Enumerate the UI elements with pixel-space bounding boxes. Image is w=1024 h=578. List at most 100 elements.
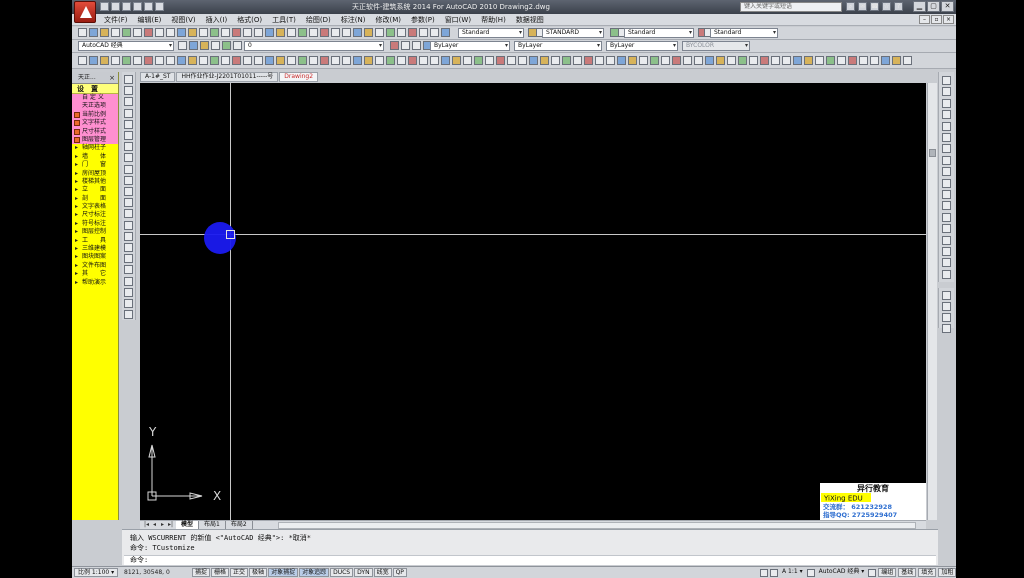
toolbar-tool-icon[interactable]	[265, 28, 274, 37]
menu-item[interactable]: 标注(N)	[341, 15, 366, 25]
modify-tool-icon[interactable]	[942, 212, 951, 222]
toolbar-tool-icon[interactable]	[364, 56, 373, 65]
doc-restore-button[interactable]: ▫	[931, 15, 942, 24]
toolbar-tool-icon[interactable]	[221, 28, 230, 37]
toolbar-tool-icon[interactable]	[298, 28, 307, 37]
toolbar-tool-icon[interactable]	[287, 56, 296, 65]
toolbar-tool-icon[interactable]	[518, 56, 527, 65]
draw-tool-icon[interactable]	[124, 175, 133, 185]
file-tab[interactable]: A-1#_ST	[140, 72, 176, 82]
toolbar-tool-icon[interactable]	[815, 56, 824, 65]
communication-icon[interactable]: ☎	[870, 2, 879, 11]
toolbar-tool-icon[interactable]	[584, 56, 593, 65]
toolbar-tool-icon[interactable]	[232, 56, 241, 65]
workspace-dropdown[interactable]: AutoCAD 经典	[78, 41, 174, 51]
new-icon[interactable]	[100, 2, 109, 11]
toolbar-tool-icon[interactable]	[760, 56, 769, 65]
toolbar-tool-icon[interactable]	[199, 28, 208, 37]
redo-icon[interactable]	[144, 2, 153, 11]
toolbar-tool-icon[interactable]	[144, 28, 153, 37]
draworder-tool-icon[interactable]	[942, 324, 951, 333]
modify-tool-icon[interactable]	[942, 258, 951, 268]
toolbar-tool-icon[interactable]	[419, 28, 428, 37]
horizontal-scrollbar[interactable]	[278, 522, 916, 529]
modify-tool-icon[interactable]	[942, 76, 951, 85]
toolbar-tool-icon[interactable]	[89, 56, 98, 65]
modify-tool-icon[interactable]	[942, 190, 951, 199]
draw-tool-icon[interactable]	[124, 265, 133, 275]
toolbar-tool-icon[interactable]	[188, 28, 197, 37]
toolbar-tool-icon[interactable]	[397, 28, 406, 37]
modify-tool-icon[interactable]	[942, 155, 951, 165]
status-toggle[interactable]: 对象追踪	[299, 568, 330, 577]
last-tab-icon[interactable]: ▸|	[167, 521, 174, 529]
toolbar-tool-icon[interactable]	[551, 56, 560, 65]
toolbar-tool-icon[interactable]	[155, 56, 164, 65]
toolbar-tool-icon[interactable]	[694, 56, 703, 65]
draw-tool-icon[interactable]	[124, 209, 133, 219]
toolbar-tool-icon[interactable]	[397, 56, 406, 65]
palette-menu-item[interactable]: 房间屋顶	[72, 170, 118, 179]
toolbar-tool-icon[interactable]	[331, 28, 340, 37]
toolbar-tool-icon[interactable]	[375, 56, 384, 65]
draw-tool-icon[interactable]	[124, 75, 133, 84]
toolbar-tool-icon[interactable]	[221, 56, 230, 65]
draw-tool-icon[interactable]	[124, 142, 133, 152]
palette-setting-item[interactable]: 天正选项	[72, 102, 118, 110]
menu-item[interactable]: 视图(V)	[171, 15, 195, 25]
toolbar-tool-icon[interactable]	[683, 56, 692, 65]
draw-tool-icon[interactable]	[124, 97, 133, 107]
draw-tool-icon[interactable]	[124, 86, 133, 96]
toolbar-tool-icon[interactable]	[276, 28, 285, 37]
toolbar-tool-icon[interactable]	[408, 56, 417, 65]
toolbar-tool-icon[interactable]	[254, 56, 263, 65]
toolbar-tool-icon[interactable]	[320, 28, 329, 37]
toolbar-tool-icon[interactable]	[210, 28, 219, 37]
annotation-visibility-icon[interactable]	[806, 568, 815, 577]
toolbar-tool-icon[interactable]	[573, 56, 582, 65]
modify-tool-icon[interactable]	[942, 87, 951, 97]
palette-menu-item[interactable]: 其 它	[72, 270, 118, 279]
palette-menu-item[interactable]: 墙 体	[72, 153, 118, 162]
undo-icon[interactable]	[133, 2, 142, 11]
toolbar-tool-icon[interactable]	[287, 28, 296, 37]
toolbar-tool-icon[interactable]	[606, 56, 615, 65]
toolbar-tool-icon[interactable]	[232, 28, 241, 37]
menu-item[interactable]: 格式(O)	[237, 15, 262, 25]
toolbar-tool-icon[interactable]	[452, 56, 461, 65]
scale-dropdown[interactable]: 比例 1:100 ▾	[74, 568, 119, 577]
toolbar-tool-icon[interactable]	[78, 28, 87, 37]
toolbar-tool-icon[interactable]	[386, 28, 395, 37]
toolbar-tool-icon[interactable]	[848, 56, 857, 65]
toolbar-tool-icon[interactable]	[628, 56, 637, 65]
toolbar-tool-icon[interactable]	[265, 56, 274, 65]
palette-section-settings[interactable]: 设 置	[72, 84, 118, 94]
toolbar-tool-icon[interactable]	[782, 56, 791, 65]
palette-menu-item[interactable]: 尺寸标注	[72, 211, 118, 220]
toolbar-tool-icon[interactable]	[111, 56, 120, 65]
draw-tool-icon[interactable]	[124, 164, 133, 174]
workspace-switch-dropdown[interactable]: AutoCAD 经典 ▾	[817, 568, 867, 577]
maximize-button[interactable]: ▢	[927, 1, 940, 12]
status-toggle[interactable]: 正交	[230, 568, 249, 577]
palette-menu-item[interactable]: 文件布图	[72, 262, 118, 271]
toolbar-tool-icon[interactable]	[430, 28, 439, 37]
toolbar-tool-icon[interactable]	[89, 28, 98, 37]
draw-tool-icon[interactable]	[124, 254, 133, 264]
palette-menu-item[interactable]: 工 具	[72, 237, 118, 246]
toolbar-tool-icon[interactable]	[243, 56, 252, 65]
draw-tool-icon[interactable]	[124, 153, 133, 163]
draworder-tool-icon[interactable]	[942, 313, 951, 322]
toolbar-tool-icon[interactable]	[881, 56, 890, 65]
command-input[interactable]: 命令:	[124, 555, 936, 565]
menu-item[interactable]: 窗口(W)	[445, 15, 471, 25]
menu-item[interactable]: 插入(I)	[206, 15, 228, 25]
close-button[interactable]: ✕	[941, 1, 954, 12]
toolbar-tool-icon[interactable]	[144, 56, 153, 65]
draw-tool-icon[interactable]	[124, 243, 133, 252]
toolbar-tool-icon[interactable]	[166, 56, 175, 65]
toolbar-tool-icon[interactable]	[342, 56, 351, 65]
modify-tool-icon[interactable]	[942, 178, 951, 188]
toolbar-tool-icon[interactable]	[793, 56, 802, 65]
status-toggle[interactable]: DUCS	[330, 568, 354, 577]
